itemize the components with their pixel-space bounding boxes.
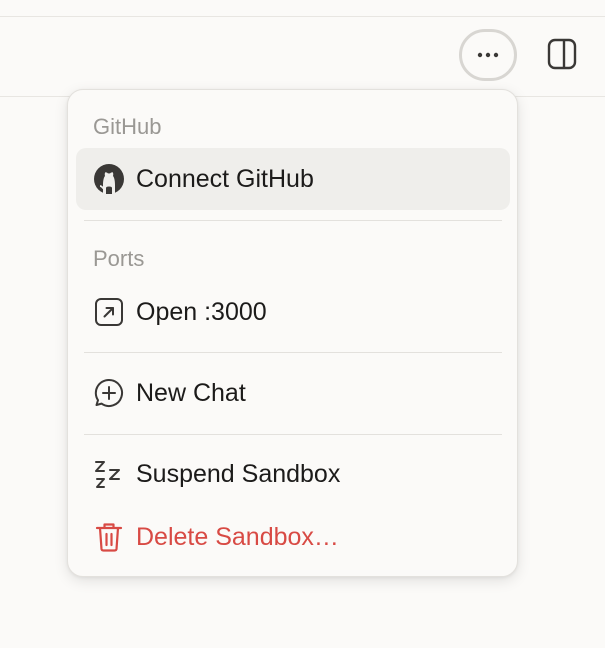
open-port-item[interactable]: Open :3000: [76, 281, 510, 343]
sidebar-toggle-icon: [547, 38, 577, 75]
open-port-label: Open :3000: [136, 298, 267, 326]
external-link-icon: [92, 295, 126, 329]
new-chat-label: New Chat: [136, 379, 246, 407]
menu-divider: [84, 352, 502, 353]
ellipsis-icon: [476, 46, 500, 64]
more-options-button[interactable]: [459, 29, 517, 81]
suspend-sandbox-label: Suspend Sandbox: [136, 460, 341, 488]
suspend-sandbox-item[interactable]: Suspend Sandbox: [76, 443, 510, 505]
new-chat-item[interactable]: New Chat: [76, 362, 510, 424]
top-divider: [0, 16, 605, 17]
sleep-icon: [92, 457, 126, 491]
toggle-panel-button[interactable]: [545, 38, 579, 74]
connect-github-label: Connect GitHub: [136, 165, 314, 193]
connect-github-item[interactable]: Connect GitHub: [76, 148, 510, 210]
section-label-github: GitHub: [93, 114, 162, 139]
delete-sandbox-item[interactable]: Delete Sandbox…: [76, 506, 510, 568]
github-icon: [92, 162, 126, 196]
trash-icon: [92, 520, 126, 554]
delete-sandbox-label: Delete Sandbox…: [136, 523, 339, 551]
menu-divider: [84, 434, 502, 435]
dropdown-menu: GitHub Connect GitHub Ports Open :3000 N…: [67, 89, 518, 577]
menu-divider: [84, 220, 502, 221]
chat-plus-icon: [92, 376, 126, 410]
section-label-ports: Ports: [93, 246, 145, 271]
